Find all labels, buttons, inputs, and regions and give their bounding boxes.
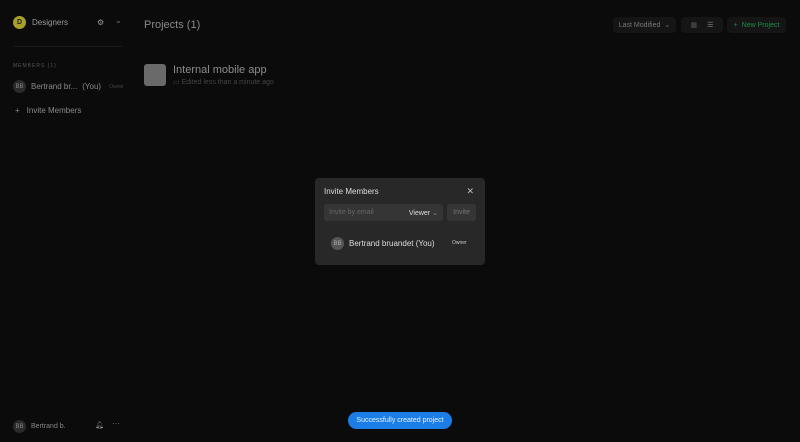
project-name: Internal mobile app: [173, 64, 274, 76]
success-toast: Successfully created project: [348, 412, 452, 429]
plus-icon: +: [734, 22, 738, 29]
modal-title: Invite Members: [324, 187, 379, 196]
members-heading: MEMBERS (1): [13, 63, 57, 69]
role-value: Viewer: [409, 210, 430, 217]
team-switcher[interactable]: D Designers: [13, 16, 68, 29]
chevron-down-icon[interactable]: ⌄: [115, 16, 122, 25]
divider: [13, 46, 123, 47]
member-name: Bertrand br...: [31, 82, 77, 91]
calendar-icon: ▭: [173, 79, 180, 86]
avatar: BB: [13, 420, 26, 433]
role-select[interactable]: Viewer ⌄: [409, 209, 438, 217]
sidebar: D Designers ⚙ ⌄ MEMBERS (1) BB Bertrand …: [0, 0, 128, 442]
sort-label: Last Modified: [619, 22, 661, 29]
view-toggle: ▦ ☰: [681, 17, 723, 33]
invite-members-link[interactable]: + Invite Members: [15, 106, 81, 115]
avatar: BB: [331, 237, 344, 250]
user-profile[interactable]: BB Bertrand b.: [13, 420, 66, 433]
email-input[interactable]: Invite by email Viewer ⌄: [324, 204, 443, 221]
member-role: Owner: [109, 84, 124, 90]
modal-member-item: BB Bertrand bruandet (You): [331, 237, 435, 250]
grid-view-icon[interactable]: ▦: [691, 21, 698, 29]
chevron-down-icon: ⌄: [664, 21, 670, 29]
avatar: BB: [13, 80, 26, 93]
project-thumbnail: [144, 64, 166, 86]
invite-button[interactable]: Invite: [447, 204, 476, 221]
invite-members-label: Invite Members: [27, 106, 82, 115]
member-you: (You): [82, 82, 101, 91]
team-avatar: D: [13, 16, 26, 29]
team-name: Designers: [32, 18, 68, 27]
plus-icon: +: [15, 106, 20, 115]
member-item[interactable]: BB Bertrand br... (You) Owner: [13, 80, 124, 93]
sort-dropdown[interactable]: Last Modified ⌄: [613, 17, 676, 33]
more-icon[interactable]: ···: [112, 419, 120, 428]
page-title: Projects (1): [144, 19, 200, 31]
project-edited: Edited less than a minute ago: [182, 79, 274, 86]
chevron-down-icon: ⌄: [432, 210, 438, 217]
new-project-label: New Project: [742, 22, 780, 29]
invite-members-modal: Invite Members ✕ Invite by email Viewer …: [315, 178, 485, 265]
gear-icon[interactable]: ⚙: [97, 18, 104, 27]
member-role: Owner: [452, 240, 467, 246]
user-name: Bertrand b.: [31, 423, 66, 430]
close-icon[interactable]: ✕: [466, 186, 474, 197]
list-view-icon[interactable]: ☰: [707, 21, 713, 29]
email-placeholder: Invite by email: [329, 209, 374, 216]
new-project-button[interactable]: + New Project: [727, 17, 786, 33]
project-card[interactable]: Internal mobile app ▭ Edited less than a…: [144, 64, 274, 86]
bell-icon[interactable]: 🔔︎: [95, 421, 104, 429]
member-name: Bertrand bruandet (You): [349, 239, 435, 248]
